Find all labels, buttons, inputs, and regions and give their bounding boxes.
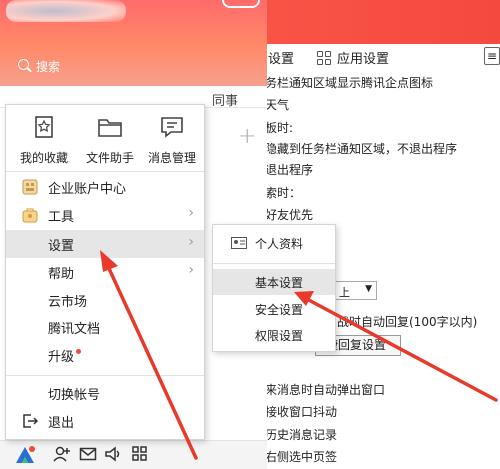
- menu-item-cloud-market[interactable]: 云市场: [6, 286, 204, 314]
- exit-icon: [22, 413, 39, 429]
- tab-basic-settings[interactable]: 设置: [268, 48, 294, 67]
- search-icon: [18, 59, 29, 70]
- menu-divider: [213, 263, 335, 264]
- message-manager-label: 消息管理: [147, 151, 196, 165]
- settings-line[interactable]: 来消息时自动弹出窗口: [265, 381, 385, 398]
- chevron-right-icon: ›: [188, 262, 194, 278]
- panel-header: 搜索: [0, 0, 267, 86]
- menu-item-help[interactable]: 帮助 ›: [6, 258, 204, 286]
- submenu-item-label: 个人资料: [255, 237, 304, 251]
- tab-app-settings[interactable]: 应用设置: [317, 48, 389, 67]
- sound-icon[interactable]: [104, 445, 122, 467]
- app-grid-icon[interactable]: [131, 445, 149, 467]
- menu-item-label: 设置: [48, 239, 75, 254]
- my-favorites-label: 我的收藏: [19, 151, 68, 165]
- settings-line[interactable]: 退出程序: [265, 161, 313, 178]
- settings-line[interactable]: 天气: [265, 96, 289, 113]
- menu-item-label: 企业账户中心: [48, 182, 127, 197]
- menu-more-button[interactable]: ≡: [484, 47, 500, 65]
- submenu-item-label: 权限设置: [255, 329, 304, 343]
- submenu-item-label: 基本设置: [255, 276, 304, 290]
- bottom-toolbar: [0, 440, 267, 469]
- chevron-down-icon: ▼: [365, 284, 372, 294]
- settings-line[interactable]: 战时自动回复(100字以内): [337, 313, 477, 330]
- settings-line: 索时：: [265, 186, 302, 200]
- add-icon[interactable]: +: [238, 124, 256, 149]
- menu-item-label: 升级: [48, 350, 75, 365]
- menu-item-exit[interactable]: 退出: [6, 407, 204, 435]
- menu-item-label: 帮助: [48, 267, 75, 282]
- menu-divider: [6, 375, 204, 376]
- settings-line[interactable]: 隐藏到任务栏通知区域，不退出程序: [265, 140, 457, 157]
- settings-dropdown[interactable]: 上 ▼: [335, 281, 377, 300]
- submenu-item-label: 安全设置: [255, 303, 304, 317]
- message-icon: [140, 113, 204, 141]
- mail-icon[interactable]: [79, 445, 97, 467]
- main-menu: 我的收藏 文件助手 消息管理 企业账户中心 工具 › 设置 › 帮助 › 云市场: [5, 104, 205, 440]
- chevron-right-icon: ›: [188, 205, 194, 221]
- tab-app-settings-label: 应用设置: [337, 52, 390, 67]
- add-contact-icon[interactable]: [52, 445, 72, 467]
- chevron-right-icon: ›: [188, 234, 194, 250]
- settings-line: 板时:: [265, 121, 294, 135]
- menu-item-tools[interactable]: 工具 ›: [6, 201, 204, 229]
- search-bar[interactable]: 搜索: [0, 54, 267, 80]
- file-helper-button[interactable]: 文件助手: [78, 113, 142, 166]
- menu-item-label: 工具: [48, 210, 75, 225]
- message-manager-button[interactable]: 消息管理: [140, 113, 204, 166]
- menu-item-label: 腾讯文档: [48, 322, 101, 337]
- menu-item-switch-account[interactable]: 切换帐号: [6, 379, 204, 407]
- search-placeholder: 搜索: [36, 60, 61, 74]
- bookmark-icon: [12, 113, 76, 141]
- app-logo-icon[interactable]: [14, 445, 36, 465]
- menu-divider: [6, 171, 204, 172]
- settings-tab-bar: 设置 应用设置: [255, 44, 500, 70]
- menu-item-tencent-docs[interactable]: 腾讯文档: [6, 313, 204, 341]
- submenu-item-profile[interactable]: 个人资料: [213, 230, 335, 256]
- menu-item-enterprise-center[interactable]: 企业账户中心: [6, 173, 204, 201]
- menu-item-settings[interactable]: 设置 ›: [6, 230, 204, 258]
- menu-item-upgrade[interactable]: 升级: [6, 341, 204, 369]
- folder-icon: [78, 113, 142, 141]
- settings-line[interactable]: 右侧选中页签: [265, 448, 337, 465]
- file-helper-label: 文件助手: [85, 151, 134, 165]
- menu-item-label: 切换帐号: [48, 388, 101, 403]
- submenu-item-permission-settings[interactable]: 权限设置: [213, 322, 335, 348]
- settings-line[interactable]: 务栏通知区域显示腾讯企点图标: [265, 74, 433, 91]
- submenu-item-basic-settings[interactable]: 基本设置: [213, 269, 335, 295]
- tab-colleagues[interactable]: 同事: [212, 90, 238, 109]
- apps-grid-icon: [317, 50, 331, 65]
- submenu-item-security-settings[interactable]: 安全设置: [213, 296, 335, 322]
- my-favorites-button[interactable]: 我的收藏: [12, 113, 76, 166]
- settings-line[interactable]: 接收窗口抖动: [265, 403, 337, 420]
- blurred-profile-area: [6, 0, 126, 22]
- menu-item-label: 云市场: [48, 295, 88, 310]
- profile-card-icon: [231, 237, 247, 252]
- enterprise-icon: [22, 179, 38, 195]
- header-window-control[interactable]: [222, 0, 260, 8]
- upgrade-badge: [76, 349, 81, 354]
- settings-line[interactable]: 历史消息记录: [265, 426, 337, 443]
- settings-line[interactable]: 好友优先: [265, 206, 313, 223]
- menu-item-label: 退出: [48, 416, 75, 431]
- toolbox-icon: [22, 207, 38, 223]
- settings-submenu: 个人资料 基本设置 安全设置 权限设置: [212, 224, 336, 352]
- dropdown-value: 上: [339, 286, 350, 299]
